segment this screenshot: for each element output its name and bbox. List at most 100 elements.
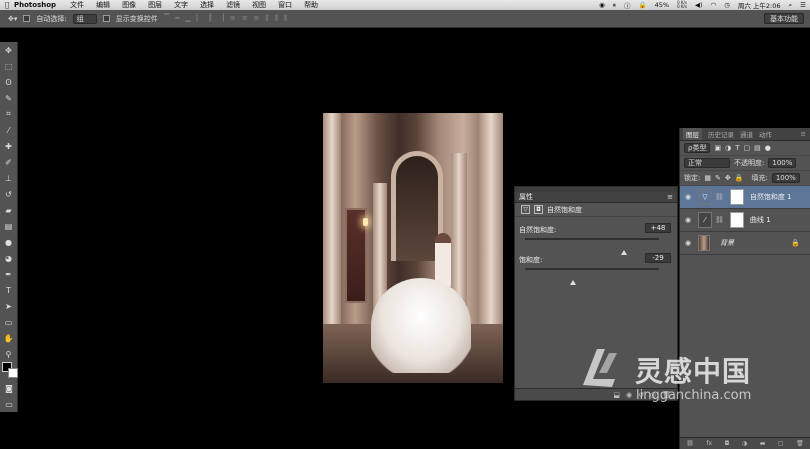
blend-mode-dropdown[interactable]: 正常 — [684, 158, 730, 168]
distribute-bottom-icon[interactable]: ≡ — [254, 14, 260, 23]
vibrance-slider-track[interactable] — [525, 238, 659, 255]
layer-filter-dropdown[interactable]: ρ类型 — [684, 143, 711, 153]
layer-mask-thumbnail[interactable] — [729, 212, 744, 228]
menu-window[interactable]: 窗口 — [278, 0, 292, 10]
search-icon[interactable]: ⌕ — [789, 1, 793, 10]
pause-icon[interactable]: ⏸ — [613, 1, 616, 10]
fx-icon[interactable]: fx — [706, 440, 712, 447]
lock-all-icon[interactable]: 🔒 — [735, 174, 744, 182]
tab-channels[interactable]: 通道 — [740, 129, 753, 139]
screen-mode-icon[interactable]: ▭ — [0, 396, 18, 412]
clock[interactable]: 周六 上午2:06 — [738, 0, 781, 10]
menu-edit[interactable]: 编辑 — [96, 0, 110, 10]
delete-layer-icon[interactable]: 🗑 — [796, 440, 804, 447]
history-brush-tool-icon[interactable]: ↺ — [0, 186, 17, 202]
filter-pixel-icon[interactable]: ▣ — [714, 144, 721, 152]
align-vcenter-icon[interactable]: ═ — [175, 14, 179, 23]
eyedropper-tool-icon[interactable]: ⁄ — [0, 122, 17, 138]
move-tool-icon[interactable]: ✥▾ — [8, 15, 17, 23]
quick-mask-icon[interactable]: ◙ — [0, 380, 18, 396]
background-color[interactable] — [8, 368, 18, 378]
lasso-tool-icon[interactable]: ʘ — [0, 74, 17, 90]
tab-layers[interactable]: 图层 — [683, 128, 702, 140]
filter-type-icon[interactable]: T — [735, 144, 739, 152]
distribute-top-icon[interactable]: ≡ — [230, 14, 236, 23]
view-previous-icon[interactable]: ◉ — [626, 391, 632, 399]
vibrance-value-input[interactable]: +48 — [645, 223, 671, 233]
saturation-slider-track[interactable] — [525, 268, 659, 285]
blur-tool-icon[interactable]: ● — [0, 234, 17, 250]
menu-image[interactable]: 图像 — [122, 0, 136, 10]
volume-icon[interactable]: ◀) — [695, 1, 703, 9]
add-mask-icon[interactable]: ◘ — [725, 440, 730, 447]
opacity-input[interactable]: 100% — [768, 158, 797, 168]
visibility-eye-icon[interactable]: ◉ — [680, 239, 696, 247]
lock-transparent-icon[interactable]: ▦ — [704, 174, 711, 182]
battery-percent[interactable]: 45% — [655, 1, 669, 9]
align-left-icon[interactable]: ▏ — [197, 14, 202, 23]
align-top-icon[interactable]: ▔ — [164, 14, 169, 23]
color-swatches[interactable] — [2, 362, 18, 380]
menu-file[interactable]: 文件 — [70, 0, 84, 10]
tab-history[interactable]: 历史记录 — [708, 129, 734, 139]
layer-row-vibrance[interactable]: ◉ ▽ ⛓ 自然饱和度 1 — [680, 186, 810, 209]
layer-row-background[interactable]: ◉ 背景 🔒 — [680, 232, 810, 255]
menu-view[interactable]: 视图 — [252, 0, 266, 10]
align-bottom-icon[interactable]: ▁ — [185, 14, 190, 23]
marquee-tool-icon[interactable]: ⬚ — [0, 58, 17, 74]
wifi-icon[interactable]: ◠ — [711, 1, 717, 9]
brush-tool-icon[interactable]: ✐ — [0, 154, 17, 170]
filter-toggle-icon[interactable]: ● — [765, 144, 771, 152]
filter-shape-icon[interactable]: ▢ — [743, 144, 750, 152]
eraser-tool-icon[interactable]: ▰ — [0, 202, 17, 218]
distribute-left-icon[interactable]: ⫼ — [265, 14, 268, 23]
dodge-tool-icon[interactable]: ◕ — [0, 250, 17, 266]
crop-tool-icon[interactable]: ⌗ — [0, 106, 17, 122]
visibility-eye-icon[interactable]: ◉ — [680, 216, 696, 224]
auto-select-dropdown[interactable]: 组 — [72, 13, 97, 24]
lock-position-icon[interactable]: ✥ — [725, 174, 731, 182]
distribute-hcenter-icon[interactable]: ⫼ — [275, 14, 278, 23]
new-group-icon[interactable]: ▬ — [760, 440, 766, 447]
workspace-switcher[interactable]: 基本功能 — [764, 13, 804, 24]
menu-filter[interactable]: 滤镜 — [226, 0, 240, 10]
move-tool-icon[interactable]: ✥ — [0, 42, 17, 58]
mask-icon[interactable]: ◘ — [534, 205, 543, 214]
menu-select[interactable]: 选择 — [200, 0, 214, 10]
link-layers-icon[interactable]: ⛓ — [686, 440, 694, 447]
pen-tool-icon[interactable]: ✒ — [0, 266, 17, 282]
saturation-value-input[interactable]: -29 — [645, 253, 671, 263]
time-machine-icon[interactable]: ◷ — [724, 1, 730, 9]
panel-menu-icon[interactable]: ≡ — [801, 130, 806, 138]
healing-tool-icon[interactable]: ✚ — [0, 138, 17, 154]
show-transform-checkbox[interactable] — [102, 15, 110, 22]
path-select-tool-icon[interactable]: ➤ — [0, 298, 17, 314]
stamp-tool-icon[interactable]: ⊥ — [0, 170, 17, 186]
type-tool-icon[interactable]: T — [0, 282, 17, 298]
align-right-icon[interactable]: ▕ — [218, 14, 223, 23]
new-layer-icon[interactable]: ▢ — [778, 440, 784, 447]
chain-link-icon[interactable]: ⛓ — [715, 216, 724, 224]
fill-input[interactable]: 100% — [771, 173, 800, 183]
apple-icon[interactable]:  — [0, 1, 14, 9]
menu-type[interactable]: 文字 — [174, 0, 188, 10]
tab-actions[interactable]: 动作 — [759, 129, 772, 139]
gradient-tool-icon[interactable]: ▤ — [0, 218, 17, 234]
layer-mask-thumbnail[interactable] — [729, 189, 744, 205]
saturation-slider-thumb[interactable] — [569, 280, 576, 285]
hand-tool-icon[interactable]: ✋ — [0, 330, 17, 346]
chain-link-icon[interactable]: ⛓ — [715, 193, 724, 201]
filter-adjust-icon[interactable]: ◑ — [725, 144, 731, 152]
app-menu[interactable]: Photoshop — [14, 1, 56, 9]
menu-help[interactable]: 帮助 — [304, 0, 318, 10]
lock-status-icon[interactable]: 🔒 — [639, 1, 647, 9]
document-canvas-image[interactable] — [323, 113, 503, 383]
distribute-right-icon[interactable]: ⫼ — [284, 14, 287, 23]
info-icon[interactable]: ⓘ — [624, 0, 631, 10]
list-icon[interactable]: ☰ — [800, 1, 806, 9]
quick-select-tool-icon[interactable]: ✎ — [0, 90, 17, 106]
align-hcenter-icon[interactable]: ║ — [208, 14, 212, 23]
menu-layer[interactable]: 图层 — [148, 0, 162, 10]
new-adjustment-icon[interactable]: ◑ — [742, 440, 747, 447]
network-speed[interactable]: 0 K/s 0 K/s — [677, 1, 687, 9]
